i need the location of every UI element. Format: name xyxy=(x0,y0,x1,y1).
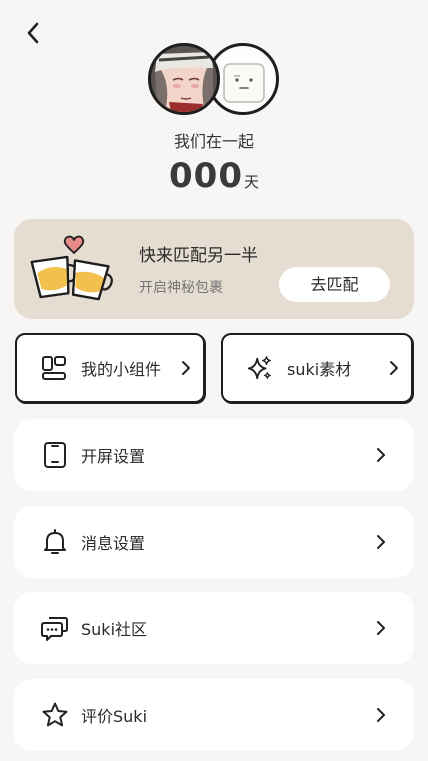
days-value: 000 xyxy=(169,156,243,196)
days-counter: 000天 xyxy=(0,156,428,196)
chevron-right-icon xyxy=(376,707,386,723)
rate-suki-label: 评价Suki xyxy=(81,707,148,726)
suki-community-item[interactable]: Suki社区 xyxy=(14,592,414,664)
suki-materials-label: suki素材 xyxy=(287,360,352,379)
sparkle-icon xyxy=(247,355,273,381)
days-unit: 天 xyxy=(243,173,259,191)
phone-icon xyxy=(41,441,69,469)
star-icon xyxy=(41,701,69,729)
chat-bubbles-icon xyxy=(41,614,69,642)
chevron-right-icon xyxy=(376,534,386,550)
chevron-left-icon xyxy=(27,22,39,44)
bell-icon xyxy=(41,528,69,556)
chevron-right-icon xyxy=(389,360,399,376)
together-label: 我们在一起 xyxy=(173,132,254,151)
match-subtitle: 开启神秘包裹 xyxy=(139,280,223,296)
splash-settings-item[interactable]: 开屏设置 xyxy=(14,419,414,491)
back-button[interactable] xyxy=(18,18,48,48)
rate-suki-item[interactable]: 评价Suki xyxy=(14,679,414,751)
suki-community-label: Suki社区 xyxy=(81,620,148,639)
splash-settings-label: 开屏设置 xyxy=(81,447,146,466)
my-widgets-button[interactable]: 我的小组件 xyxy=(15,333,205,403)
couple-avatars xyxy=(147,43,281,119)
anime-portrait-icon xyxy=(151,46,217,112)
message-settings-label: 消息设置 xyxy=(81,534,146,553)
match-partner-card[interactable]: 快来匹配另一半 开启神秘包裹 去匹配 xyxy=(14,219,414,319)
message-settings-item[interactable]: 消息设置 xyxy=(14,506,414,578)
suki-materials-button[interactable]: suki素材 xyxy=(221,333,413,403)
match-title: 快来匹配另一半 xyxy=(139,246,258,266)
chevron-right-icon xyxy=(376,620,386,636)
chevron-right-icon xyxy=(181,360,191,376)
coffee-cups-heart-icon xyxy=(24,233,114,305)
chevron-right-icon xyxy=(376,447,386,463)
user-avatar[interactable] xyxy=(148,43,220,115)
widgets-icon xyxy=(41,355,67,381)
go-match-button[interactable]: 去匹配 xyxy=(279,267,390,302)
my-widgets-label: 我的小组件 xyxy=(81,360,162,379)
